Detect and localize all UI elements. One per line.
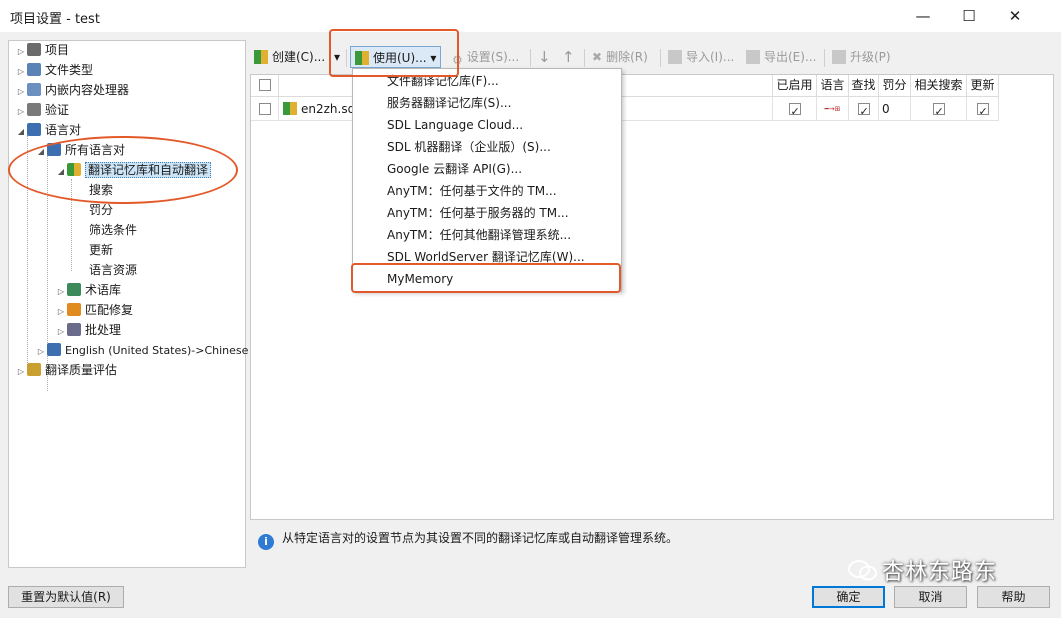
- expand-arrow-icon[interactable]: ▷: [55, 322, 67, 341]
- title-bar: 项目设置 - test — ☐ ✕: [0, 0, 1061, 32]
- tree-item-penalties[interactable]: 罚分: [89, 201, 113, 220]
- enabled-checkbox[interactable]: [788, 100, 801, 124]
- tree-item-embedded-processors[interactable]: ▷ 内嵌内容处理器: [15, 81, 129, 100]
- tree-item-file-types[interactable]: ▷ 文件类型: [15, 61, 93, 80]
- maximize-button[interactable]: ☐: [946, 0, 992, 32]
- verification-icon: [27, 103, 41, 116]
- tree-item-project[interactable]: ▷ 项目: [15, 41, 69, 60]
- reset-defaults-button[interactable]: 重置为默认值(R): [8, 586, 124, 608]
- minimize-button[interactable]: —: [900, 0, 946, 32]
- language-pairs-icon: [47, 343, 61, 356]
- column-header-concordance[interactable]: 相关搜索: [911, 75, 967, 97]
- menu-item-sdl-language-cloud[interactable]: SDL Language Cloud...: [387, 114, 523, 136]
- column-header-lookup[interactable]: 查找: [849, 75, 879, 97]
- wrench-icon: [67, 303, 81, 316]
- tree-item-language-resources[interactable]: 语言资源: [89, 261, 137, 280]
- delete-x-icon: ✖: [592, 50, 603, 64]
- tree-item-batch-processing[interactable]: ▷ 批处理: [55, 321, 121, 340]
- menu-item-anytm-file[interactable]: AnyTM：任何基于文件的 TM...: [387, 180, 557, 202]
- menu-item-server-tm[interactable]: 服务器翻译记忆库(S)...: [387, 92, 511, 114]
- termbase-icon: [67, 283, 81, 296]
- penalty-value[interactable]: 0: [879, 97, 911, 121]
- project-icon: [27, 43, 41, 56]
- menu-item-google-cloud-translate[interactable]: Google 云翻译 API(G)...: [387, 158, 522, 180]
- expand-arrow-icon[interactable]: ▷: [35, 342, 47, 361]
- select-all-checkbox[interactable]: [258, 79, 271, 91]
- processor-icon: [27, 83, 41, 96]
- project-settings-window: 项目设置 - test — ☐ ✕ ▷ 项目 ▷ 文件类型 ▷ 内嵌内容处理器 ▷ 验证…: [0, 0, 1061, 618]
- collapse-arrow-icon[interactable]: ◢: [15, 122, 27, 141]
- translation-memory-icon: [254, 50, 268, 64]
- menu-item-anytm-other[interactable]: AnyTM：任何其他翻译管理系统...: [387, 224, 571, 246]
- expand-arrow-icon[interactable]: ▷: [15, 42, 27, 61]
- watermark: 杏林东路东: [848, 554, 997, 586]
- menu-item-sdl-mt-enterprise[interactable]: SDL 机器翻译（企业版）(S)...: [387, 136, 551, 158]
- export-icon: [746, 50, 760, 64]
- tree-item-quality-evaluation[interactable]: ▷ 翻译质量评估: [15, 361, 117, 380]
- tree-item-en-us-to-chinese[interactable]: ▷ English (United States)->Chinese (: [35, 341, 256, 360]
- column-header-language[interactable]: 语言: [817, 75, 849, 97]
- tm-file-icon: [283, 102, 297, 115]
- lookup-checkbox[interactable]: [857, 100, 870, 124]
- expand-arrow-icon[interactable]: ▷: [15, 102, 27, 121]
- expand-arrow-icon[interactable]: ▷: [15, 62, 27, 81]
- language-pairs-icon: [27, 123, 41, 136]
- batch-icon: [67, 323, 81, 336]
- close-button[interactable]: ✕: [992, 0, 1038, 32]
- concordance-checkbox[interactable]: [932, 100, 945, 124]
- create-button[interactable]: 创建(C)...: [254, 46, 325, 68]
- mymemory-highlight: [351, 263, 621, 293]
- info-icon: i: [258, 534, 274, 550]
- help-button[interactable]: 帮助: [977, 586, 1050, 608]
- move-down-button[interactable]: ↓: [538, 46, 551, 68]
- settings-tree: ▷ 项目 ▷ 文件类型 ▷ 内嵌内容处理器 ▷ 验证 ◢ 语言对 ◢ 所有语言对 ◢ 翻译记忆…: [8, 40, 256, 568]
- delete-button[interactable]: ✖ 删除(R): [592, 46, 648, 68]
- use-dropdown-menu: 文件翻译记忆库(F)... 服务器翻译记忆库(S)... SDL Languag…: [352, 68, 622, 292]
- use-button-highlight: [329, 29, 459, 77]
- settings-button[interactable]: ⚙ 设置(S)...: [452, 46, 519, 68]
- quality-icon: [27, 363, 41, 376]
- tree-item-verification[interactable]: ▷ 验证: [15, 101, 69, 120]
- expand-arrow-icon[interactable]: ▷: [55, 302, 67, 321]
- column-header-enabled[interactable]: 已启用: [773, 75, 817, 97]
- cancel-button[interactable]: 取消: [894, 586, 967, 608]
- move-up-button[interactable]: ↑: [562, 46, 575, 68]
- expand-arrow-icon[interactable]: ▷: [15, 82, 27, 101]
- ok-button[interactable]: 确定: [812, 586, 885, 608]
- tree-item-match-repair[interactable]: ▷ 匹配修复: [55, 301, 133, 320]
- import-button[interactable]: 导入(I)...: [668, 46, 734, 68]
- update-checkbox[interactable]: [976, 100, 989, 124]
- info-message: i 从特定语言对的设置节点为其设置不同的翻译记忆库或自动翻译管理系统。: [258, 528, 678, 550]
- import-icon: [668, 50, 682, 64]
- tree-item-update[interactable]: 更新: [89, 241, 113, 260]
- menu-item-anytm-server[interactable]: AnyTM：任何基于服务器的 TM...: [387, 202, 569, 224]
- column-header-penalty[interactable]: 罚分: [879, 75, 911, 97]
- expand-arrow-icon[interactable]: ▷: [55, 282, 67, 301]
- expand-arrow-icon[interactable]: ▷: [15, 362, 27, 381]
- column-header-update[interactable]: 更新: [967, 75, 999, 97]
- wechat-logo-icon: [848, 560, 878, 582]
- row-select-checkbox[interactable]: [258, 103, 271, 115]
- file-types-icon: [27, 63, 41, 76]
- upgrade-button[interactable]: 升级(P): [832, 46, 891, 68]
- select-all-header[interactable]: [251, 75, 279, 97]
- tree-item-filters[interactable]: 筛选条件: [89, 221, 137, 240]
- window-title: 项目设置 - test: [10, 12, 100, 27]
- export-button[interactable]: 导出(E)...: [746, 46, 816, 68]
- tree-item-language-pairs[interactable]: ◢ 语言对: [15, 121, 81, 140]
- tree-selection-highlight: [8, 136, 238, 204]
- upgrade-icon: [832, 50, 846, 64]
- tree-item-termbases[interactable]: ▷ 术语库: [55, 281, 121, 300]
- language-flags-icon: ━→⊞: [817, 97, 849, 121]
